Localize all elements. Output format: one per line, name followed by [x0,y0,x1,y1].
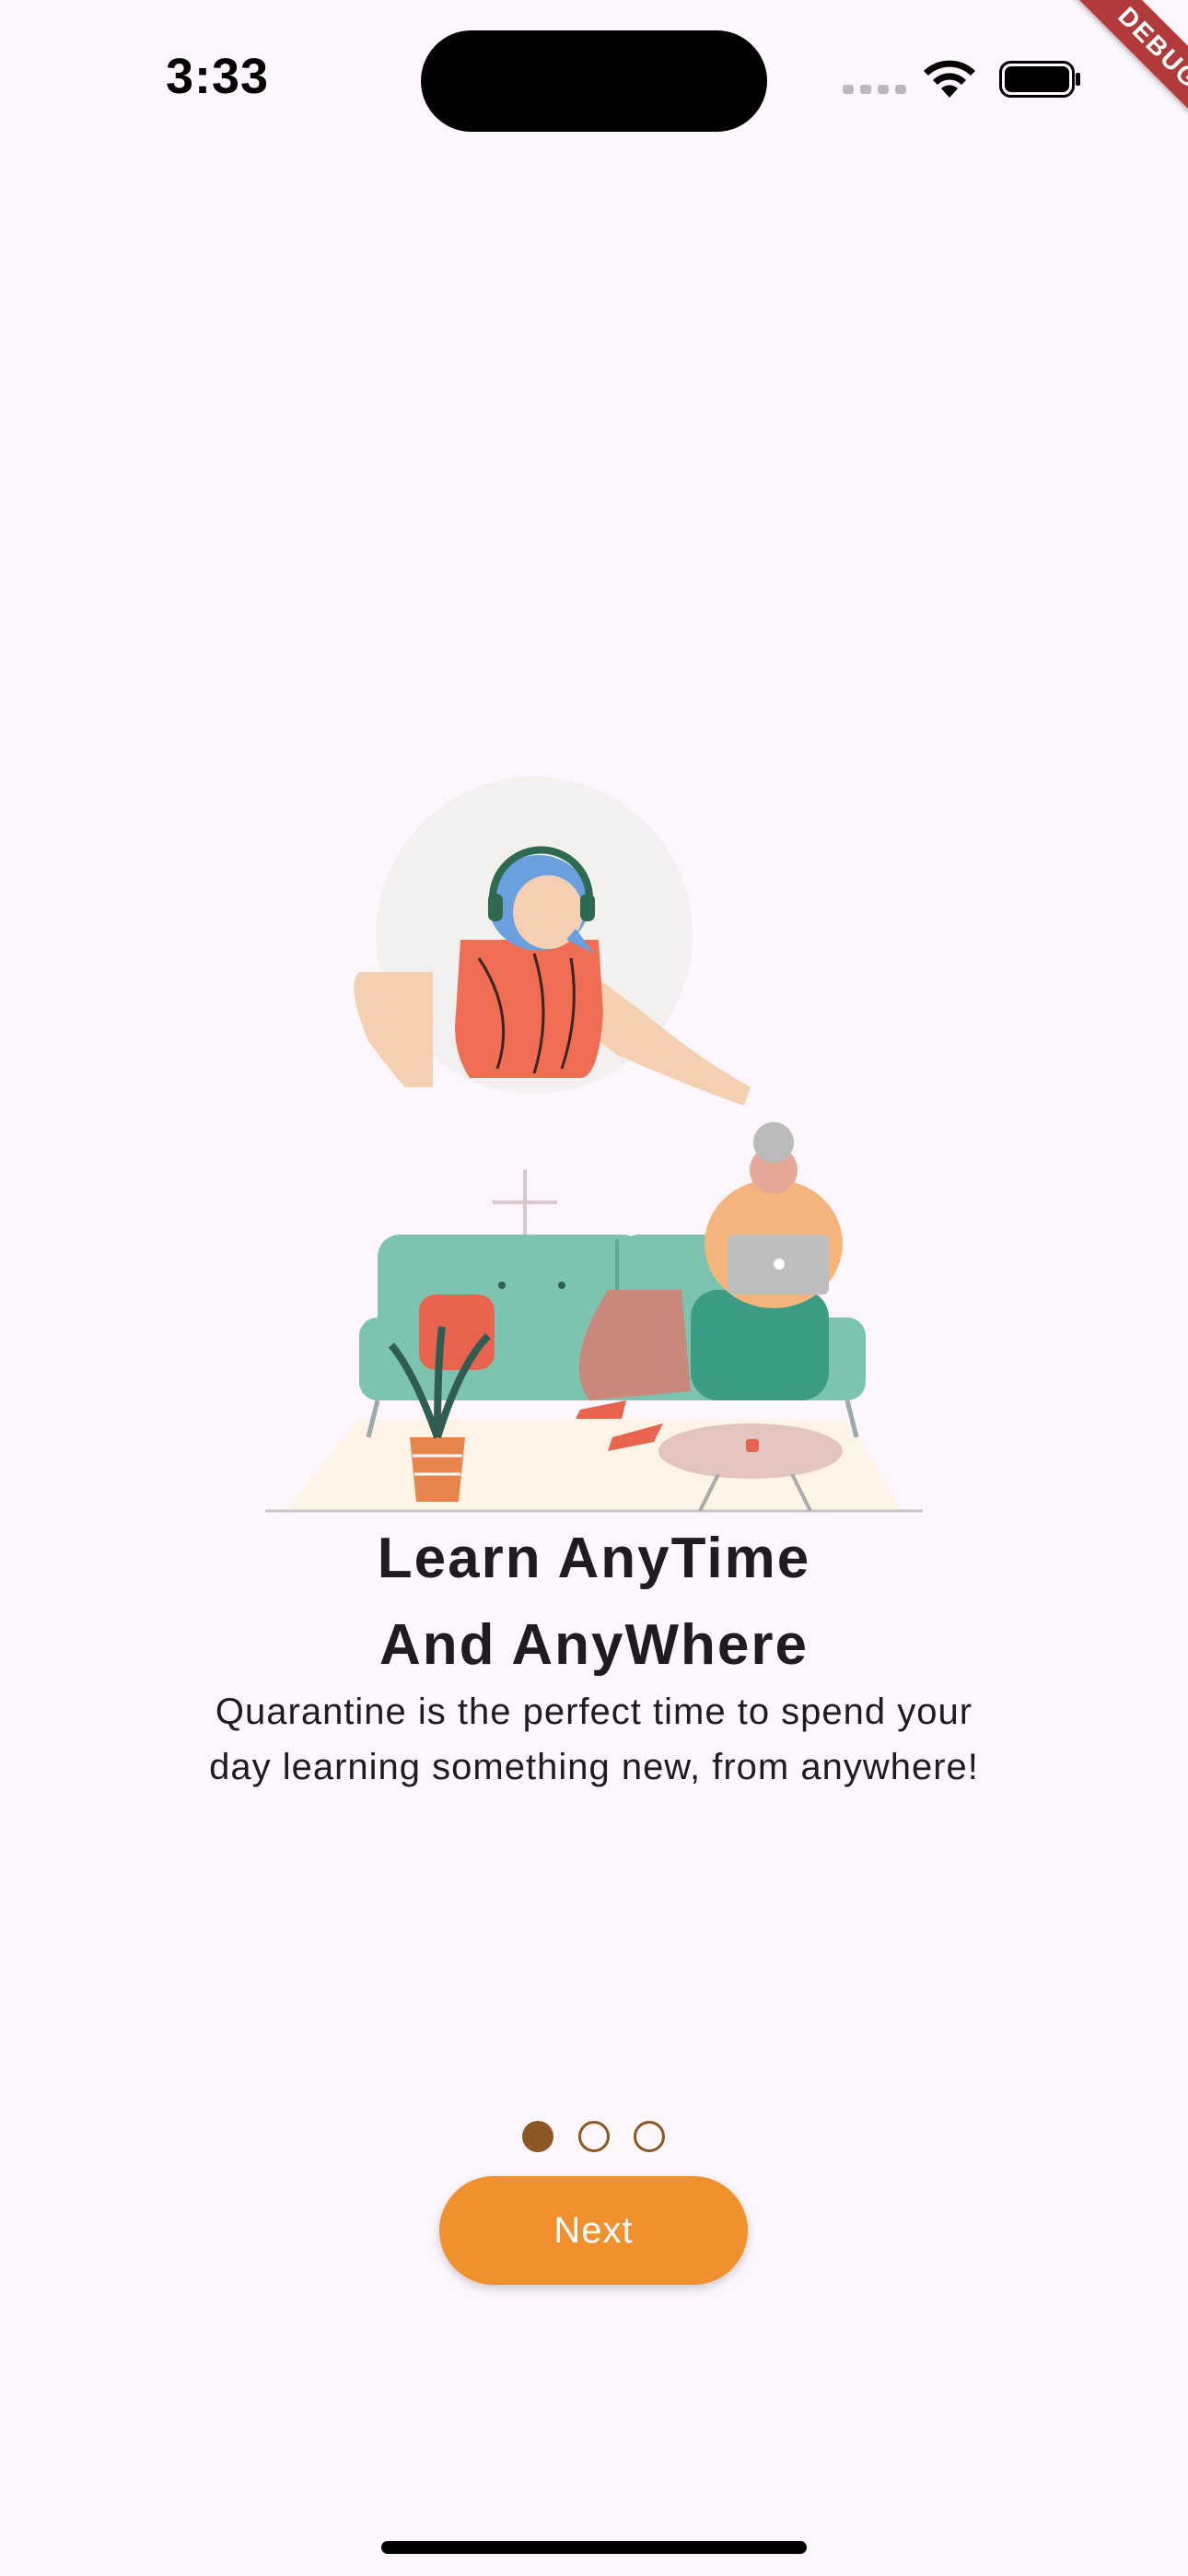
onboarding-subtitle: Quarantine is the perfect time to spend … [138,1684,1050,1795]
page-indicator-dot-1[interactable] [522,2121,553,2152]
home-indicator[interactable] [381,2541,807,2554]
status-time: 3:33 [166,49,270,104]
page-indicator-dot-3[interactable] [634,2121,665,2152]
cellular-signal-icon [843,85,907,94]
battery-icon [999,61,1080,98]
dynamic-island [421,30,767,132]
subtitle-line-1: Quarantine is the perfect time to spend … [215,1692,973,1732]
next-button[interactable]: Next [439,2176,748,2285]
person-relaxing-on-couch-illustration [265,777,923,1513]
title-line-2: And AnyWhere [379,1613,809,1677]
page-indicator-dot-2[interactable] [578,2121,610,2152]
onboarding-title: Learn AnyTime And AnyWhere [0,1516,1188,1689]
subtitle-line-2: day learning something new, from anywher… [209,1747,979,1787]
wifi-icon [924,60,975,98]
title-line-1: Learn AnyTime [377,1527,811,1590]
